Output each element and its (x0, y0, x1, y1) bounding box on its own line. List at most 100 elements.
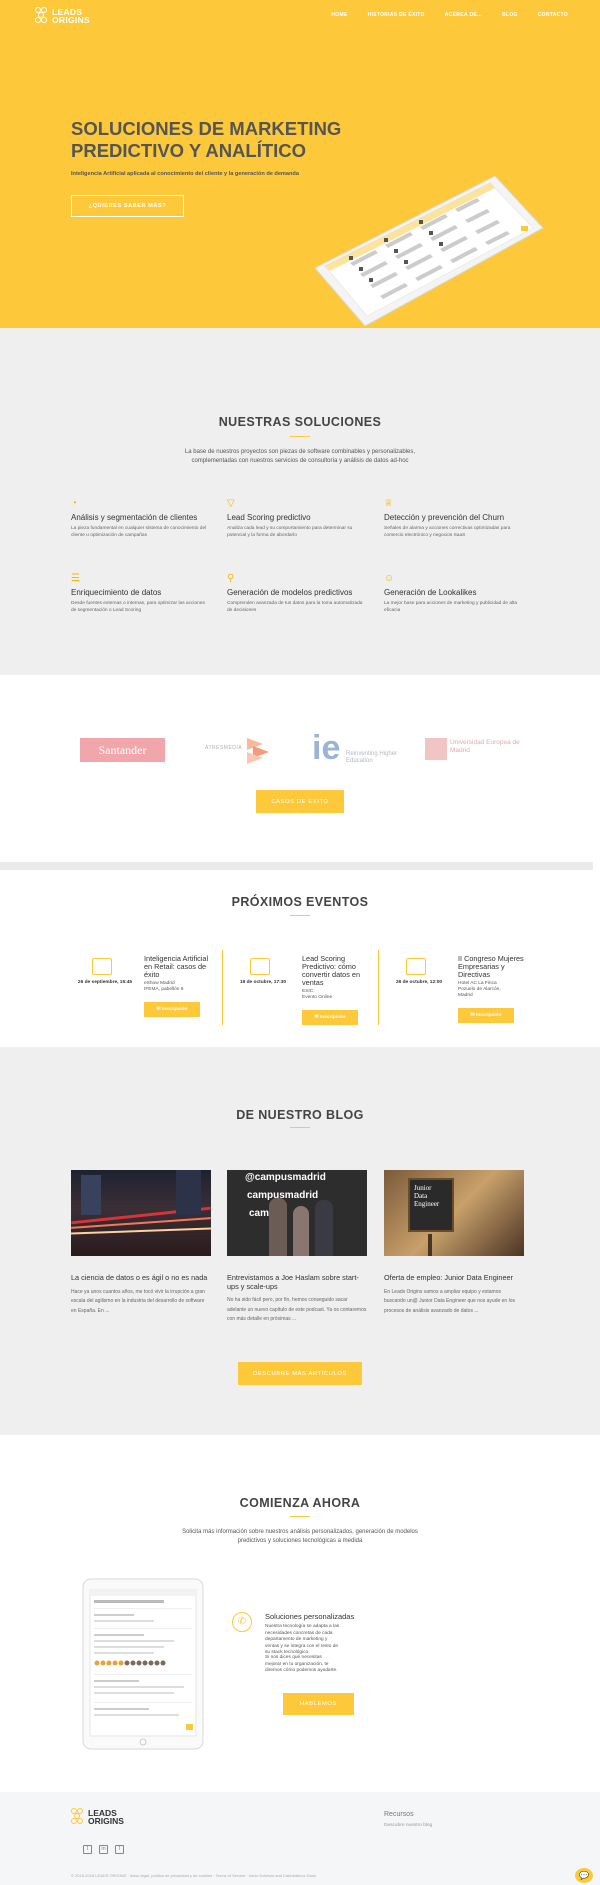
uem-logo: Universidad Europea de Madrid (450, 739, 520, 754)
feature-text: Nuestra tecnología se adapta a las neces… (265, 1624, 340, 1655)
chat-bubble-icon[interactable]: 💬 (575, 1868, 593, 1883)
footer: LEADS ORIGINS Recursos Descubre nuestro b… (0, 1792, 600, 1885)
database-icon: ☰ (71, 573, 80, 584)
solution-card: ♕ Detección y prevención del Churn Señal… (384, 498, 524, 539)
solution-text: Comprenden avanzada de tus datos para la… (227, 601, 363, 613)
nav-home[interactable]: HOME (331, 12, 347, 18)
event-date: 26 de octubre, 12:00 (395, 980, 443, 985)
stethoscope-icon: ⚲ (227, 573, 235, 584)
solution-text: Desde fuentes externas o internas, para … (71, 601, 205, 613)
title-underline (290, 915, 310, 917)
events-title: PRÓXIMOS EVENTOS (231, 895, 369, 909)
title-underline (290, 436, 310, 438)
solution-title: Análisis y segmentación de clientes (71, 513, 198, 522)
post-title[interactable]: Entrevistamos a Joe Haslam sobre start-u… (227, 1273, 367, 1291)
nav-success-stories[interactable]: HISTORIAS DE ÉXITO (368, 12, 425, 18)
event-date: 19 de octubre, 17:30 (239, 980, 287, 985)
hero-title: SOLUCIONES DE MARKETING PREDICTIVO Y ANA… (71, 118, 342, 161)
feature-title: Soluciones personalizadas (265, 1612, 355, 1621)
start-intro: Solicita más información sobre nuestros … (182, 1529, 418, 1544)
ie-logo: ie (312, 729, 341, 767)
solution-text: La pieza fundamental en cualquier sistem… (71, 526, 207, 538)
solution-card: ◔ Análisis y segmentación de clientes La… (71, 498, 211, 539)
calendar-icon (250, 958, 270, 975)
start-title: COMIENZA AHORA (239, 1496, 361, 1510)
solution-title: Enriquecimiento de datos (71, 588, 162, 597)
learn-more-button[interactable]: ¿QUIERES SABER MÁS? (71, 195, 184, 217)
event-title[interactable]: Lead Scoring Predictivo: cómo convertir … (302, 955, 370, 987)
post-title[interactable]: Oferta de empleo: Junior Data Engineer (384, 1273, 524, 1283)
solution-title: Lead Scoring predictivo (227, 513, 311, 522)
event-title[interactable]: Inteligencia Artificial en Retail: casos… (144, 955, 212, 979)
register-button[interactable]: ✉ Inscripción (458, 1008, 514, 1023)
tablet-dashboard-image (314, 175, 544, 327)
uem-crest-icon (425, 738, 447, 760)
success-cases-button[interactable]: CASOS DE ÉXITO (256, 790, 344, 813)
logo-line2: ORIGINS (52, 15, 90, 25)
post-excerpt: Hace ya unos cuantos años, me tocó vivir… (71, 1288, 205, 1314)
title-underline (290, 1516, 310, 1518)
solution-card: ☰ Enriquecimiento de datos Desde fuentes… (71, 573, 211, 614)
funnel-icon: ▽ (227, 498, 235, 509)
post-image-city-lights[interactable] (71, 1170, 211, 1256)
atresmedia-logo: ATRESMEDIA (205, 745, 243, 751)
blog-title: DE NUESTRO BLOG (236, 1108, 364, 1122)
event-date: 26 de septiembre, 15:45 (77, 980, 133, 985)
solution-card: ▽ Lead Scoring predictivo Analiza cada l… (227, 498, 367, 539)
santander-logo: Santander (80, 738, 165, 762)
post-image-campus-madrid[interactable]: @campusmadrid campusmadrid campus (227, 1170, 367, 1256)
event-location: IFEMA, pabellón 8 (144, 987, 184, 992)
twitter-icon[interactable]: t (83, 1845, 92, 1854)
title-underline (290, 1127, 310, 1129)
nav-contact[interactable]: CONTACTO (538, 12, 568, 18)
blog-post: Junior Data Engineer Oferta de empleo: Jun… (384, 1170, 524, 1316)
top-nav: HOME HISTORIAS DE ÉXITO ACERCA DE... BLO… (331, 12, 568, 18)
calendar-icon (406, 958, 426, 975)
footer-resources-title: Recursos (384, 1811, 414, 1818)
blog-post: @campusmadrid campusmadrid campus Entrev… (227, 1170, 367, 1325)
register-button[interactable]: ✉ Inscripción (144, 1002, 200, 1017)
solution-card: ☺ Generación de Lookalikes La mejor base… (384, 573, 524, 614)
post-excerpt: En Leads Origins vamos a ampliar equipo … (384, 1288, 515, 1314)
nav-blog[interactable]: BLOG (502, 12, 518, 18)
footer-logo[interactable]: LEADS ORIGINS (71, 1808, 124, 1826)
event-separator (378, 950, 379, 1025)
more-articles-button[interactable]: DESCUBRE MÁS ARTÍCULOS (238, 1362, 362, 1385)
hero-subtitle: Inteligencia Artificial aplicada al cono… (71, 171, 299, 177)
facebook-icon[interactable]: f (115, 1845, 124, 1854)
event-location: Evento Online (302, 995, 333, 1000)
event-title[interactable]: II Congreso Mujeres Empresarias y Direct… (458, 955, 526, 979)
post-title[interactable]: La ciencia de datos o es ágil o no es na… (71, 1273, 211, 1283)
footer-copyright: © 2015-2018 LEADS ORIGINS · Aviso legal,… (71, 1873, 317, 1878)
logo-hexagon-icon (71, 1808, 85, 1826)
blog-post: La ciencia de datos o es ágil o no es na… (71, 1170, 211, 1316)
linkedin-icon[interactable]: in (99, 1845, 108, 1854)
footer-blog-link[interactable]: Descubre nuestro blog (384, 1823, 432, 1828)
feature-text: Si nos dices qué necesitas mejorar en tu… (265, 1655, 338, 1673)
trophy-icon: ♕ (384, 498, 393, 509)
event-location: Pozuelo de Alarcón, Madrid (458, 987, 501, 998)
post-excerpt: No ha sido fácil pero, por fin, hemos co… (227, 1297, 367, 1322)
solution-card: ⚲ Generación de modelos predictivos Comp… (227, 573, 367, 614)
atresmedia-mark-icon (247, 738, 269, 764)
calendar-icon (92, 958, 112, 975)
solution-title: Detección y prevención del Churn (384, 513, 505, 522)
register-button[interactable]: ✉ Inscripción (302, 1010, 358, 1025)
event-card: 19 de octubre, 17:30 Lead Scoring Predic… (228, 952, 368, 1032)
tablet-form-image (82, 1578, 204, 1750)
users-icon: ☺ (384, 573, 395, 584)
ie-tagline: Reinventing Higher Education (346, 751, 398, 764)
section-divider (0, 862, 593, 870)
lets-talk-button[interactable]: HABLEMOS (283, 1693, 354, 1715)
event-separator (222, 950, 223, 1025)
nav-about[interactable]: ACERCA DE... (445, 12, 482, 18)
pie-chart-icon: ◔ (71, 498, 78, 509)
event-card: 26 de octubre, 12:00 II Congreso Mujeres… (384, 952, 524, 1032)
logo[interactable]: LEADS ORIGINS (35, 7, 90, 25)
hero-section: LEADS ORIGINS HOME HISTORIAS DE ÉXITO ACE… (0, 0, 600, 328)
post-image-junior-data-engineer[interactable]: Junior Data Engineer (384, 1170, 524, 1256)
solution-title: Generación de Lookalikes (384, 588, 477, 597)
phone-icon: ✆ (232, 1612, 252, 1632)
solution-text: Analiza cada lead y su comportamiento pa… (227, 526, 353, 538)
solutions-intro: La base de nuestros proyectos son piezas… (184, 449, 416, 464)
